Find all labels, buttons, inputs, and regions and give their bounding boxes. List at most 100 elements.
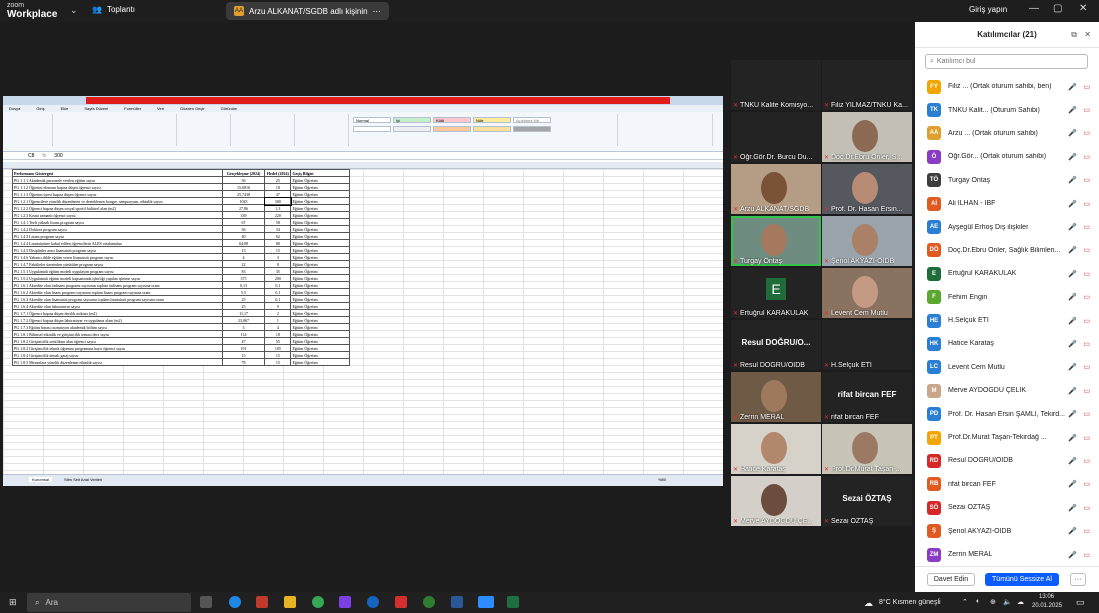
meeting-info-button[interactable]: 👥 Toplantı xyxy=(92,5,135,14)
close-icon[interactable]: ✕ xyxy=(1079,3,1087,14)
participant-row[interactable]: LC Levent Cem Mutlu 🎤 ▭ xyxy=(915,356,1099,379)
cell-indicator[interactable]: PG 1.8.4 Girişimcilik temalı garaj sayıs… xyxy=(12,351,223,359)
cell-indicator[interactable]: PG 1.8.2 Girişimcilik sertifikası alan ö… xyxy=(12,337,223,345)
cell-indicator[interactable]: PG 1.4.2 Doktora program sayısı xyxy=(12,225,223,233)
cell-actual[interactable]: 25 xyxy=(221,295,266,303)
cell-target[interactable]: 1 xyxy=(264,316,292,324)
ie-icon[interactable] xyxy=(367,596,379,608)
mic-muted-icon[interactable]: 🎤 xyxy=(1068,106,1077,114)
style-cell-b[interactable] xyxy=(393,126,431,132)
cell-indicator[interactable]: PG 1.4.6 Yabancı dilde eğitim veren lisa… xyxy=(12,253,223,261)
cell-transition[interactable]: Eğitim Öğretim xyxy=(290,183,350,191)
cell-target[interactable]: 2 xyxy=(264,309,292,317)
cell-actual[interactable]: 375 xyxy=(221,274,266,282)
cell-indicator[interactable]: PG 1.5.1 Uygulamalı eğitim modeli uygula… xyxy=(12,267,223,275)
cell-transition[interactable]: Eğitim Öğretim xyxy=(290,316,350,324)
cell-actual[interactable]: 114 xyxy=(221,330,266,338)
cell-target[interactable]: 105 xyxy=(264,344,292,352)
cell-target[interactable]: 58 xyxy=(264,218,292,226)
cell-target[interactable]: 15 xyxy=(264,351,292,359)
cell-target[interactable]: 200 xyxy=(264,274,292,282)
camera-off-icon[interactable]: ▭ xyxy=(1083,83,1090,91)
cell-indicator[interactable]: PG 1.6.2 Akredite olan lisans program sa… xyxy=(12,288,223,296)
cell-transition[interactable]: Eğitim Öğretim xyxy=(290,344,350,352)
participant-row[interactable]: TK TNKÜ Kalit... (Oturum Sahibi) 🎤 ▭ xyxy=(915,98,1099,121)
camera-off-icon[interactable]: ▭ xyxy=(1083,317,1090,325)
cell-indicator[interactable]: PG 1.8.5 Mezunlara yönelik düzenlenen et… xyxy=(12,358,223,366)
participant-row[interactable]: TÖ Turgay Öntaş 🎤 ▭ xyxy=(915,169,1099,192)
participant-row[interactable]: AE Ayşegül Erhoş Dış ilişkiler 🎤 ▭ xyxy=(915,215,1099,238)
video-tile[interactable]: ✕ Turgay Öntaş xyxy=(731,216,821,266)
style-neutral[interactable]: Nötr xyxy=(473,117,511,123)
mute-all-button[interactable]: Tümünü Sessize Al xyxy=(985,573,1059,586)
cell-target[interactable]: 0,1 xyxy=(264,281,292,289)
cell-indicator[interactable]: PG 1.2.1 Öğrencilere yönelik düzenlenen … xyxy=(12,197,223,205)
participant-row[interactable]: RB rifat bircan FEF 🎤 ▭ xyxy=(915,473,1099,496)
camera-off-icon[interactable]: ▭ xyxy=(1083,200,1090,208)
style-normal[interactable]: Normal xyxy=(353,117,391,123)
camera-off-icon[interactable]: ▭ xyxy=(1083,551,1090,559)
cell-transition[interactable]: Eğitim Öğretim xyxy=(290,309,350,317)
chrome-icon[interactable] xyxy=(312,596,324,608)
style-bad[interactable]: Kötü xyxy=(433,117,471,123)
cell-transition[interactable]: Eğitim Öğretim xyxy=(290,337,350,345)
ribbon-tab[interactable]: Sayfa Düzeni xyxy=(84,106,108,111)
cell-transition[interactable]: Eğitim Öğretim xyxy=(290,295,350,303)
mic-muted-icon[interactable]: 🎤 xyxy=(1068,457,1077,465)
style-cell-c[interactable] xyxy=(433,126,471,132)
camera-off-icon[interactable]: ▭ xyxy=(1083,223,1090,231)
participant-search-input[interactable]: ⌕ Katılımcı bul xyxy=(925,54,1088,69)
cell-actual[interactable]: 36 xyxy=(221,225,266,233)
camera-off-icon[interactable]: ▭ xyxy=(1083,457,1090,465)
cell-target[interactable]: 15 xyxy=(264,246,292,254)
mic-muted-icon[interactable]: 🎤 xyxy=(1068,200,1077,208)
cell-transition[interactable]: Eğitim Öğretim xyxy=(290,288,350,296)
cell-target[interactable]: 15 xyxy=(264,358,292,366)
close-panel-icon[interactable]: ✕ xyxy=(1084,30,1091,39)
clock-date[interactable]: 20.01.2025 xyxy=(1032,603,1062,609)
cell-actual[interactable]: 13 xyxy=(221,246,266,254)
cell-target[interactable]: 8 xyxy=(264,260,292,268)
cell-indicator[interactable]: PG 1.1.1 Akademik personele verilen eğit… xyxy=(12,176,223,184)
ribbon-tab[interactable]: Gözden Geçir xyxy=(180,106,205,111)
cell-indicator[interactable]: PG 1.2.2 Öğrenci başına düşen sosyal spo… xyxy=(12,204,223,212)
cell-transition[interactable]: Eğitim Öğretim xyxy=(290,274,350,282)
mic-muted-icon[interactable]: 🎤 xyxy=(1068,363,1077,371)
sheet-tab-2[interactable]: Stim Seit Anal Verileri xyxy=(61,477,105,482)
style-cell-a[interactable] xyxy=(353,126,391,132)
cell-transition[interactable]: Eğitim Öğretim xyxy=(290,246,350,254)
cell-actual[interactable]: 5,5 xyxy=(221,288,266,296)
cell-target[interactable]: 80 xyxy=(264,239,292,247)
cell-indicator[interactable]: PG 1.2.3 Kısmi zamanlı öğrenci sayısı xyxy=(12,211,223,219)
cell-transition[interactable]: Eğitim Öğretim xyxy=(290,218,350,226)
cell-indicator[interactable]: PG 1.8.1 Bilimsel etkinlik ve girişimcil… xyxy=(12,330,223,338)
sheet-tab-active[interactable]: Kurumsal xyxy=(29,477,52,482)
mic-muted-icon[interactable]: 🎤 xyxy=(1068,293,1077,301)
cell-transition[interactable]: Eğitim Öğretim xyxy=(290,232,350,240)
cell-actual[interactable]: 78 xyxy=(221,358,266,366)
mic-muted-icon[interactable]: 🎤 xyxy=(1068,317,1077,325)
camera-off-icon[interactable]: ▭ xyxy=(1083,527,1090,535)
camera-off-icon[interactable]: ▭ xyxy=(1083,246,1090,254)
signin-link[interactable]: Giriş yapın xyxy=(969,5,1007,14)
camera-off-icon[interactable]: ▭ xyxy=(1083,270,1090,278)
cell-actual[interactable]: 339 xyxy=(221,211,266,219)
cell-target[interactable]: 9 xyxy=(264,302,292,310)
video-tile[interactable]: ✕ Doç.Dr.Ebru Önler, S... xyxy=(822,112,912,162)
cell-target[interactable]: 18 xyxy=(264,183,292,191)
speaker-icon[interactable]: 🔈 xyxy=(1003,598,1012,606)
video-tile[interactable]: ✕ Merve AYDOĞDU ÇE... xyxy=(731,476,821,526)
participant-row[interactable]: E Ertuğrul KARAKULAK 🎤 ▭ xyxy=(915,262,1099,285)
cell-indicator[interactable]: PG 1.6.4 Akredite olan laboratuvar sayıs… xyxy=(12,302,223,310)
cell-transition[interactable]: Eğitim Öğretim xyxy=(290,239,350,247)
mic-muted-icon[interactable]: 🎤 xyxy=(1068,270,1077,278)
video-tile[interactable]: rifat bircan FEF ✕ rifat bircan FEF xyxy=(822,372,912,422)
mic-muted-icon[interactable]: 🎤 xyxy=(1068,527,1077,535)
cell-indicator[interactable]: PG 1.4.4 Lisansüstüne kabul edilen öğren… xyxy=(12,239,223,247)
file-explorer-icon[interactable] xyxy=(284,596,296,608)
pop-out-icon[interactable]: ⧉ xyxy=(1071,30,1077,40)
cell-actual[interactable]: 36 xyxy=(221,176,266,184)
style-explanation[interactable]: Açıklama Me... xyxy=(513,117,551,123)
cell-indicator[interactable]: PG 1.7.1 Öğrenci başına düşen derslik mi… xyxy=(12,309,223,317)
cell-transition[interactable]: Eğitim Öğretim xyxy=(290,281,350,289)
